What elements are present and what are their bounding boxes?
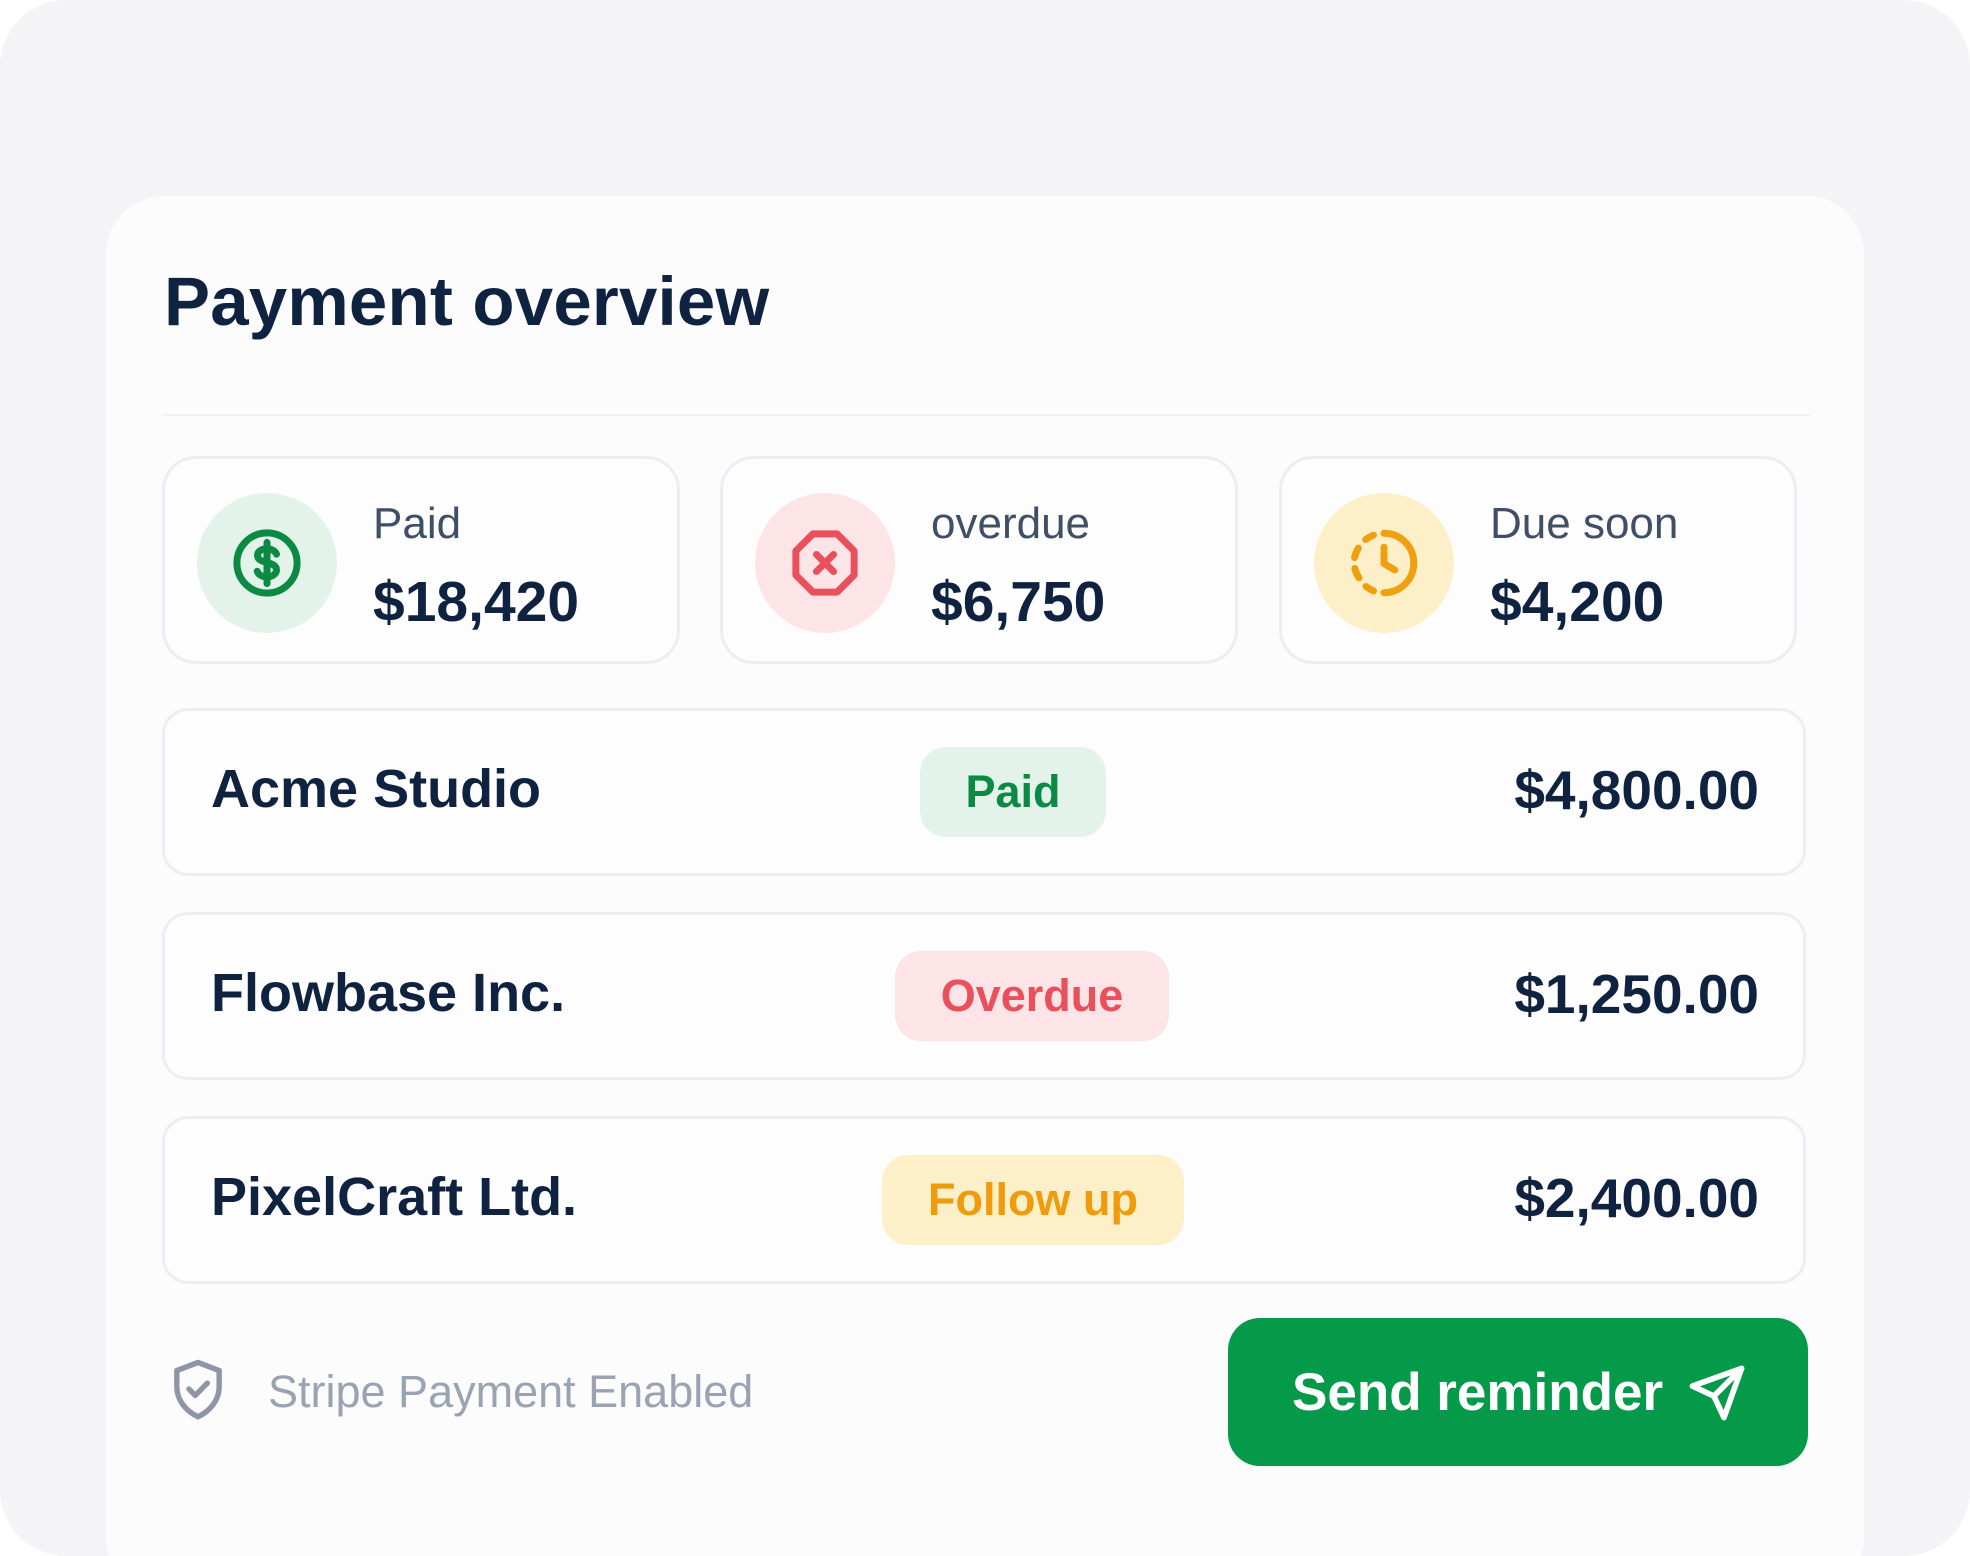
payment-amount: $2,400.00 — [1514, 1167, 1759, 1229]
payment-row[interactable]: Acme Studio Paid $4,800.00 — [162, 708, 1806, 876]
divider — [162, 414, 1810, 416]
status-badge: Follow up — [882, 1155, 1184, 1245]
summary-card-paid: Paid $18,420 — [162, 456, 680, 664]
summary-card-due-soon: Due soon $4,200 — [1279, 456, 1797, 664]
payment-row[interactable]: PixelCraft Ltd. Follow up $2,400.00 — [162, 1116, 1806, 1284]
summary-label: Paid — [373, 499, 462, 548]
summary-value: $18,420 — [373, 570, 580, 634]
summary-value: $4,200 — [1490, 570, 1665, 634]
send-icon — [1689, 1365, 1745, 1421]
client-name: Acme Studio — [211, 759, 542, 819]
summary-card-overdue: overdue $6,750 — [720, 456, 1238, 664]
status-badge: Paid — [920, 747, 1106, 837]
summary-value: $6,750 — [931, 570, 1106, 634]
shield-check-icon — [174, 1359, 222, 1420]
app-frame: Payment overview Paid $18,420 overdue $6… — [0, 0, 1970, 1556]
send-reminder-label: Send reminder — [1292, 1362, 1664, 1422]
payment-overview-card: Payment overview Paid $18,420 overdue $6… — [106, 196, 1864, 1556]
clock-dashed-icon — [1314, 493, 1454, 633]
status-badge: Overdue — [895, 951, 1169, 1041]
dollar-circle-icon — [197, 493, 337, 633]
summary-label: Due soon — [1490, 499, 1679, 548]
send-reminder-button[interactable]: Send reminder — [1228, 1318, 1808, 1466]
payment-amount: $4,800.00 — [1514, 759, 1759, 821]
payment-row[interactable]: Flowbase Inc. Overdue $1,250.00 — [162, 912, 1806, 1080]
x-octagon-icon — [755, 493, 895, 633]
stripe-status-text: Stripe Payment Enabled — [268, 1366, 754, 1417]
client-name: PixelCraft Ltd. — [211, 1167, 578, 1227]
summary-label: overdue — [931, 499, 1091, 548]
client-name: Flowbase Inc. — [211, 963, 566, 1023]
payment-amount: $1,250.00 — [1514, 963, 1759, 1025]
page-title: Payment overview — [164, 263, 770, 340]
